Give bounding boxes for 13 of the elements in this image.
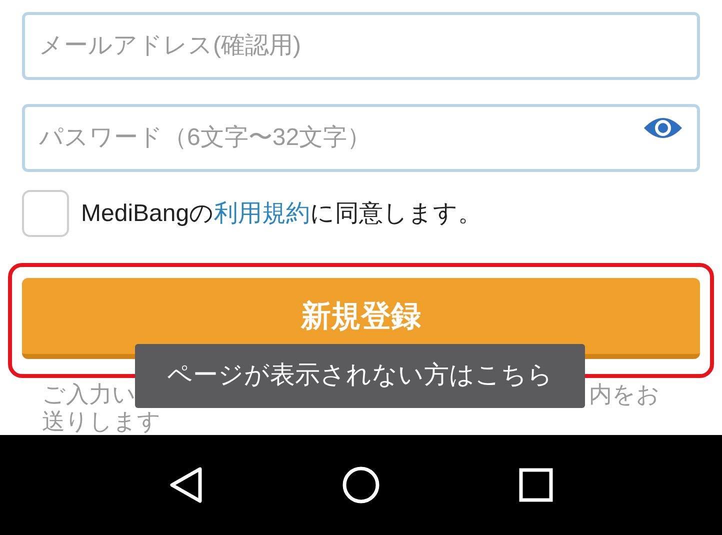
notice-text: 送りします (42, 408, 161, 434)
toast-text: ページが表示されない方はこちら (167, 360, 553, 392)
terms-link[interactable]: 利用規約 (214, 200, 310, 226)
email-confirm-field[interactable]: メールアドレス(確認用) (22, 12, 700, 80)
terms-text: MediBangの利用規約に同意します。 (81, 198, 482, 228)
terms-checkbox[interactable] (22, 190, 69, 237)
notice-text: 内をお (589, 381, 660, 408)
password-field[interactable]: パスワード（6文字〜32文字） (22, 104, 700, 172)
back-icon[interactable] (169, 466, 204, 504)
home-icon[interactable] (342, 466, 380, 504)
notice-text: ご入力い (42, 381, 136, 408)
recent-apps-icon[interactable] (518, 468, 553, 502)
toast[interactable]: ページが表示されない方はこちら (135, 344, 585, 408)
